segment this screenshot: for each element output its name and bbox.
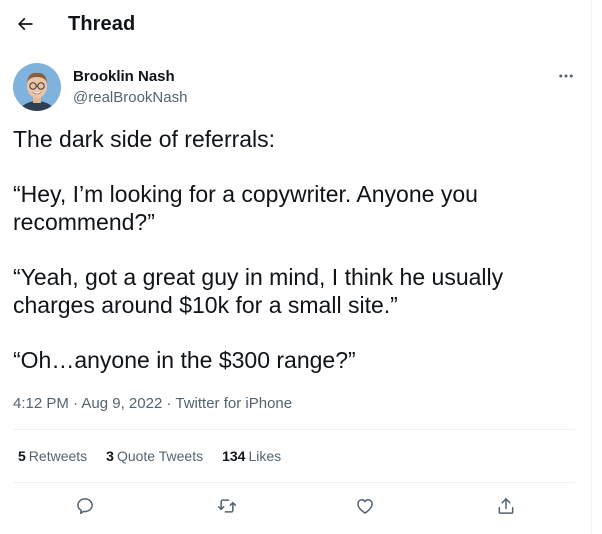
tweet-paragraph: “Yeah, got a great guy in mind, I think … [13, 264, 504, 318]
page-title: Thread [68, 13, 136, 35]
avatar-image [13, 63, 61, 111]
retweets-stat[interactable]: 5 Retweets [18, 448, 87, 464]
reply-button[interactable] [73, 494, 97, 518]
avatar[interactable] [13, 63, 61, 111]
like-icon [357, 499, 373, 514]
tweet-stats: 5 Retweets 3 Quote Tweets 134 Likes [18, 448, 281, 464]
share-button[interactable] [494, 494, 518, 518]
like-button[interactable] [353, 494, 377, 518]
retweets-count: 5 [18, 448, 26, 464]
tweet-meta: 4:12 PM · Aug 9, 2022 · Twitter for iPho… [13, 395, 292, 412]
likes-label: Likes [248, 448, 282, 464]
author-handle[interactable]: @realBrookNash [73, 89, 187, 106]
tweet-paragraph: “Hey, I’m looking for a copywriter. Anyo… [13, 181, 478, 235]
quote-tweets-stat[interactable]: 3 Quote Tweets [106, 448, 203, 464]
meta-separator: · [73, 395, 79, 412]
tweet-date[interactable]: Aug 9, 2022 [81, 395, 162, 412]
tweet-text: The dark side of referrals: “Hey, I’m lo… [13, 125, 568, 401]
tweet-source[interactable]: Twitter for iPhone [175, 395, 292, 412]
arrow-left-icon [17, 17, 33, 31]
divider [13, 482, 575, 483]
quotes-label: Quote Tweets [116, 448, 204, 464]
reply-icon [77, 498, 93, 515]
retweet-icon [217, 499, 237, 513]
retweets-label: Retweets [28, 448, 88, 464]
more-icon [559, 74, 573, 78]
column-border [591, 0, 592, 534]
share-icon [498, 498, 514, 514]
quotes-count: 3 [106, 448, 114, 464]
more-options-button[interactable] [553, 63, 579, 89]
tweet-time[interactable]: 4:12 PM [13, 395, 69, 412]
retweet-button[interactable] [215, 494, 239, 518]
meta-separator: · [166, 395, 172, 412]
author-display-name[interactable]: Brooklin Nash [73, 68, 175, 85]
back-button[interactable] [12, 11, 38, 37]
tweet-paragraph: “Oh…anyone in the $300 range?” [13, 347, 356, 373]
page-header: Thread [0, 0, 591, 52]
likes-count: 134 [222, 448, 246, 464]
divider [13, 429, 575, 430]
tweet-paragraph: The dark side of referrals: [13, 126, 276, 152]
likes-stat[interactable]: 134 Likes [222, 448, 281, 464]
